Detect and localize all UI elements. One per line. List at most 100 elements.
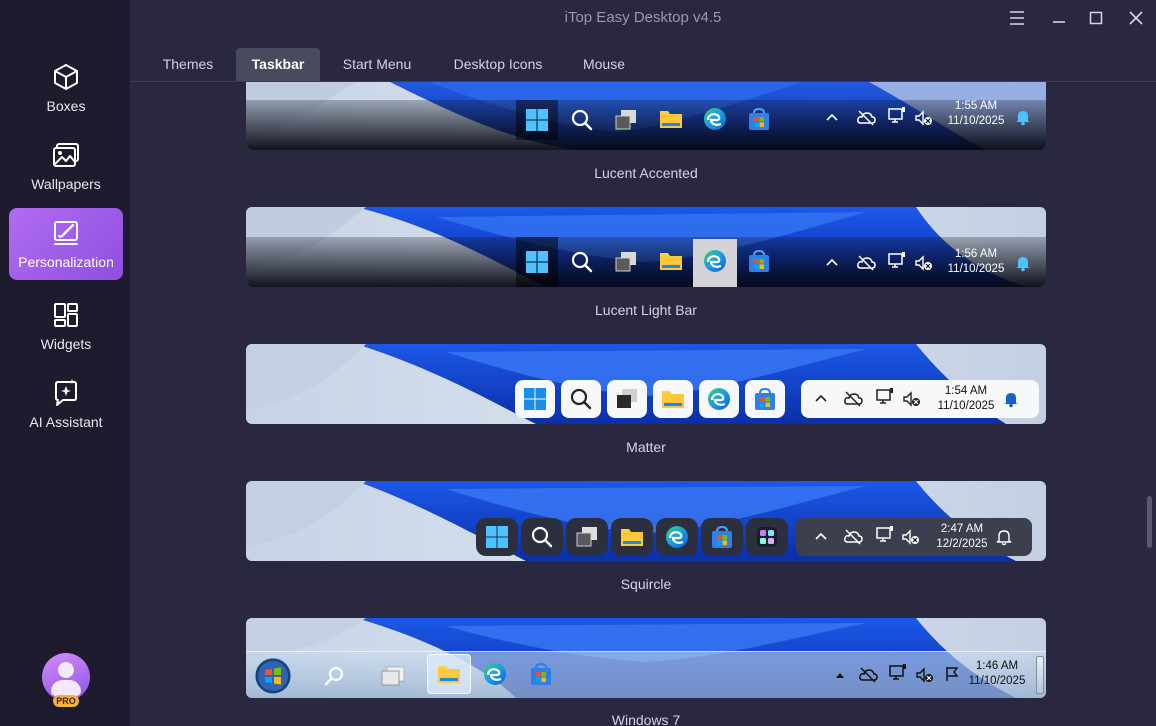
volume-muted-icon [915,255,932,271]
tab-taskbar[interactable]: Taskbar [236,48,320,81]
clock-time: 1:54 AM [944,385,988,397]
show-desktop-button [1036,656,1044,694]
taskbar-style-name: Windows 7 [611,712,681,726]
clock-time: 1:56 AM [954,248,998,260]
clock-time: 1:46 AM [975,660,1019,672]
sidebar-item-label: Wallpapers [31,176,101,192]
taskbar-style-name: Squircle [620,576,672,592]
taskbar-card-matter[interactable]: 1:54 AM 11/10/2025 [246,344,1046,424]
tab-themes[interactable]: Themes [152,48,224,81]
network-icon [876,526,893,542]
sidebar-item-label: Widgets [40,336,92,352]
task-view-icon [381,666,405,686]
store-icon [755,387,775,410]
volume-muted-icon [903,391,920,407]
box-icon [54,64,78,90]
sidebar-item-widgets[interactable]: Widgets [9,290,123,362]
tab-mouse[interactable]: Mouse [570,48,638,81]
sidebar: Boxes Wallpapers Personalization Widgets… [0,0,130,726]
edge-browser-icon [666,526,688,548]
search-icon [531,526,553,548]
sidebar-item-label: Personalization [18,254,114,270]
windows-start-icon [524,388,546,410]
widgets-icon [54,303,78,327]
volume-muted-icon [915,110,932,126]
clock-time: 1:55 AM [954,100,998,112]
file-explorer-icon [660,253,682,270]
edge-browser-icon [708,388,730,410]
file-explorer-icon [621,529,643,546]
taskbar-card-lucent-accented[interactable]: 1:55 AM 11/10/2025 [246,82,1046,150]
close-icon[interactable] [1124,6,1148,30]
sidebar-item-wallpapers[interactable]: Wallpapers [9,130,123,202]
taskbar-clock: 1:56 AM 11/10/2025 [936,247,1016,277]
search-icon [571,109,593,131]
chevron-up-icon [815,394,827,402]
user-avatar[interactable]: PRO [42,653,90,707]
notification-bell-icon [996,530,1012,546]
store-icon [749,107,769,130]
search-icon [324,666,344,686]
windows-start-icon [526,109,548,131]
title-bar: iTop Easy Desktop v4.5 [130,0,1156,36]
tab-desktop-icons[interactable]: Desktop Icons [442,48,554,81]
cloud-off-icon [857,110,876,126]
clock-date: 12/2/2025 [936,538,988,550]
taskbar-style-name: Matter [626,439,666,455]
task-view-icon [617,389,637,408]
edge-browser-icon [704,250,726,272]
search-icon [571,251,593,273]
store-icon [749,249,769,272]
chevron-up-icon [826,258,838,266]
network-icon [888,107,905,123]
taskbar-clock: 1:46 AM 11/10/2025 [957,659,1037,689]
taskbar-clock: 2:47 AM 12/2/2025 [922,522,1002,552]
pro-badge: PRO [53,695,79,707]
cloud-off-icon [844,391,863,407]
image-icon [53,143,79,167]
clock-date: 11/10/2025 [968,675,1026,687]
tab-bar: Themes Taskbar Start Menu Desktop Icons … [130,48,1156,82]
taskbar-clock: 1:55 AM 11/10/2025 [936,99,1016,129]
brush-icon [54,221,78,245]
store-icon [712,525,732,548]
windows-start-icon [526,251,548,273]
taskbar-style-name: Lucent Accented [594,165,698,181]
avatar-head-shape [58,662,74,678]
windows-start-icon [486,526,508,548]
file-explorer-icon [438,666,460,683]
minimize-icon[interactable] [1047,6,1071,30]
chevron-up-icon [815,532,827,540]
clock-date: 11/10/2025 [947,115,1005,127]
store-icon [531,662,551,685]
tray-arrow-up-icon [836,673,844,678]
clock-date: 11/10/2025 [937,400,995,412]
cloud-off-icon [859,667,878,683]
edge-browser-icon [704,108,726,130]
network-icon [889,664,906,680]
maximize-icon[interactable] [1084,6,1108,30]
scrollbar-thumb[interactable] [1147,496,1152,548]
sidebar-item-label: AI Assistant [29,414,103,430]
widgets-app-icon [757,527,777,547]
cloud-off-icon [844,529,863,545]
notification-bell-icon [1016,111,1030,126]
taskbar-card-windows-7[interactable]: 1:46 AM 11/10/2025 [246,618,1046,698]
file-explorer-icon [662,391,684,408]
task-view-icon [615,252,636,272]
sidebar-item-ai-assistant[interactable]: AI Assistant [9,368,123,440]
search-icon [570,388,592,410]
taskbar-style-list: 1:55 AM 11/10/2025 Lucent Accented 1:56 … [130,82,1156,726]
clock-time: 2:47 AM [940,523,984,535]
taskbar-card-squircle[interactable]: 2:47 AM 12/2/2025 [246,481,1046,561]
sidebar-item-boxes[interactable]: Boxes [9,52,123,124]
windows-7-orb-icon [254,657,292,695]
window-title: iTop Easy Desktop v4.5 [564,9,722,26]
menu-icon[interactable] [1005,6,1029,30]
taskbar-card-lucent-light-bar[interactable]: 1:56 AM 11/10/2025 [246,207,1046,287]
tab-start-menu[interactable]: Start Menu [332,48,422,81]
notification-bell-icon [1004,393,1018,408]
sidebar-item-personalization[interactable]: Personalization [9,208,123,280]
chevron-up-icon [826,113,838,121]
taskbar-clock: 1:54 AM 11/10/2025 [926,384,1006,414]
